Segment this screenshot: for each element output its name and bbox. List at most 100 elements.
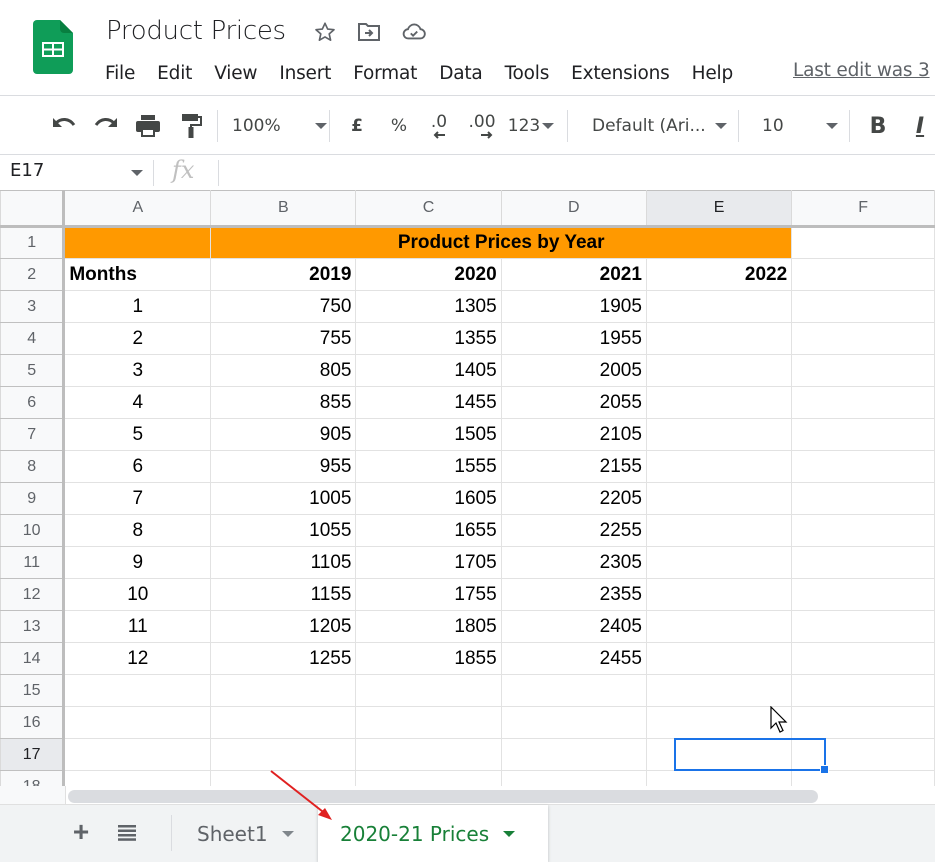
percent-format-button[interactable]: %	[384, 108, 414, 144]
column-header-d[interactable]: D	[500, 190, 647, 228]
row-header[interactable]: 4	[0, 322, 66, 355]
cell-a14[interactable]: 12	[63, 642, 212, 675]
sheet-tab-sheet1[interactable]: Sheet1	[175, 805, 317, 862]
column-header-c[interactable]: C	[355, 190, 502, 228]
cell-e7[interactable]	[645, 418, 793, 451]
row-header[interactable]: 2	[0, 258, 66, 291]
row-header[interactable]: 14	[0, 642, 66, 675]
cell-a15[interactable]	[63, 674, 212, 707]
column-header-b[interactable]: B	[210, 190, 357, 228]
decrease-decimal-button[interactable]: .0	[422, 108, 456, 144]
cell-d12[interactable]: 2355	[500, 578, 647, 611]
currency-format-button[interactable]: £	[342, 108, 372, 144]
menu-format[interactable]: Format	[353, 63, 417, 84]
select-all-corner[interactable]	[0, 190, 66, 228]
menu-edit[interactable]: Edit	[157, 63, 192, 84]
cell-a1[interactable]	[63, 226, 212, 259]
cell-a13[interactable]: 11	[63, 610, 212, 643]
cell-e5[interactable]	[645, 354, 793, 387]
cell-d13[interactable]: 2405	[500, 610, 647, 643]
cell-e12[interactable]	[645, 578, 793, 611]
cell-d15[interactable]	[500, 674, 647, 707]
cell-e9[interactable]	[645, 482, 793, 515]
sheet-tab-2020-21-prices[interactable]: 2020-21 Prices	[318, 805, 548, 862]
cell-b15[interactable]	[210, 674, 357, 707]
cell-c15[interactable]	[355, 674, 502, 707]
cell-e10[interactable]	[645, 514, 793, 547]
all-sheets-button[interactable]	[113, 818, 141, 846]
cell-a7[interactable]: 5	[63, 418, 212, 451]
row-header[interactable]: 15	[0, 674, 66, 707]
star-icon[interactable]	[313, 20, 337, 44]
header-cell-2019[interactable]: 2019	[210, 258, 357, 291]
cell-f15[interactable]	[791, 674, 935, 707]
cell-e3[interactable]	[645, 290, 793, 323]
cell-b16[interactable]	[210, 706, 357, 739]
cell-b4[interactable]: 755	[210, 322, 357, 355]
row-header[interactable]: 13	[0, 610, 66, 643]
formula-input[interactable]	[226, 158, 926, 188]
horizontal-scrollbar-thumb[interactable]	[68, 790, 818, 803]
cell-a10[interactable]: 8	[63, 514, 212, 547]
row-header[interactable]: 7	[0, 418, 66, 451]
cell-f4[interactable]	[791, 322, 935, 355]
cell-c13[interactable]: 1805	[355, 610, 502, 643]
cell-e18[interactable]	[645, 770, 793, 786]
cell-b8[interactable]: 955	[210, 450, 357, 483]
spreadsheet-grid[interactable]: A B C D E F 1 Product Prices by Year 2 M…	[0, 190, 935, 786]
menu-insert[interactable]: Insert	[279, 63, 331, 84]
menu-tools[interactable]: Tools	[505, 63, 550, 84]
paint-format-button[interactable]	[175, 108, 207, 144]
row-header[interactable]: 9	[0, 482, 66, 515]
cell-e13[interactable]	[645, 610, 793, 643]
cell-f16[interactable]	[791, 706, 935, 739]
cell-c5[interactable]: 1405	[355, 354, 502, 387]
name-box-dropdown-icon[interactable]	[131, 170, 143, 176]
cell-d3[interactable]: 1905	[500, 290, 647, 323]
chevron-down-icon[interactable]	[281, 830, 294, 837]
cell-c12[interactable]: 1755	[355, 578, 502, 611]
cell-e8[interactable]	[645, 450, 793, 483]
cell-c8[interactable]: 1555	[355, 450, 502, 483]
sheets-logo-icon[interactable]	[33, 20, 73, 74]
increase-decimal-button[interactable]: .00	[464, 108, 500, 144]
cell-b6[interactable]: 855	[210, 386, 357, 419]
row-header[interactable]: 1	[0, 226, 66, 259]
last-edit-link[interactable]: Last edit was 3	[793, 60, 930, 81]
cell-b11[interactable]: 1105	[210, 546, 357, 579]
row-header[interactable]: 11	[0, 546, 66, 579]
cell-b18[interactable]	[210, 770, 357, 786]
cell-b7[interactable]: 905	[210, 418, 357, 451]
font-size-select[interactable]: 10	[762, 108, 838, 144]
cell-e6[interactable]	[645, 386, 793, 419]
cell-c16[interactable]	[355, 706, 502, 739]
cell-d16[interactable]	[500, 706, 647, 739]
chevron-down-icon[interactable]	[503, 830, 516, 837]
cell-d6[interactable]: 2055	[500, 386, 647, 419]
cell-f9[interactable]	[791, 482, 935, 515]
cell-f5[interactable]	[791, 354, 935, 387]
cell-a9[interactable]: 7	[63, 482, 212, 515]
cell-e11[interactable]	[645, 546, 793, 579]
cell-f8[interactable]	[791, 450, 935, 483]
cell-b14[interactable]: 1255	[210, 642, 357, 675]
document-title[interactable]: Product Prices	[106, 16, 286, 46]
cell-c11[interactable]: 1705	[355, 546, 502, 579]
move-to-folder-icon[interactable]	[357, 20, 381, 44]
cell-b3[interactable]: 750	[210, 290, 357, 323]
cell-c14[interactable]: 1855	[355, 642, 502, 675]
column-header-f[interactable]: F	[791, 190, 935, 228]
cell-d18[interactable]	[500, 770, 647, 786]
cell-e4[interactable]	[645, 322, 793, 355]
cell-a12[interactable]: 10	[63, 578, 212, 611]
column-header-e[interactable]: E	[645, 190, 793, 228]
zoom-select[interactable]: 100%	[232, 108, 327, 144]
header-cell-2020[interactable]: 2020	[355, 258, 502, 291]
menu-view[interactable]: View	[214, 63, 257, 84]
cell-f18[interactable]	[791, 770, 935, 786]
row-header[interactable]: 3	[0, 290, 66, 323]
row-header[interactable]: 18	[0, 770, 66, 786]
menu-data[interactable]: Data	[439, 63, 483, 84]
cell-d17[interactable]	[500, 738, 647, 771]
cell-b10[interactable]: 1055	[210, 514, 357, 547]
